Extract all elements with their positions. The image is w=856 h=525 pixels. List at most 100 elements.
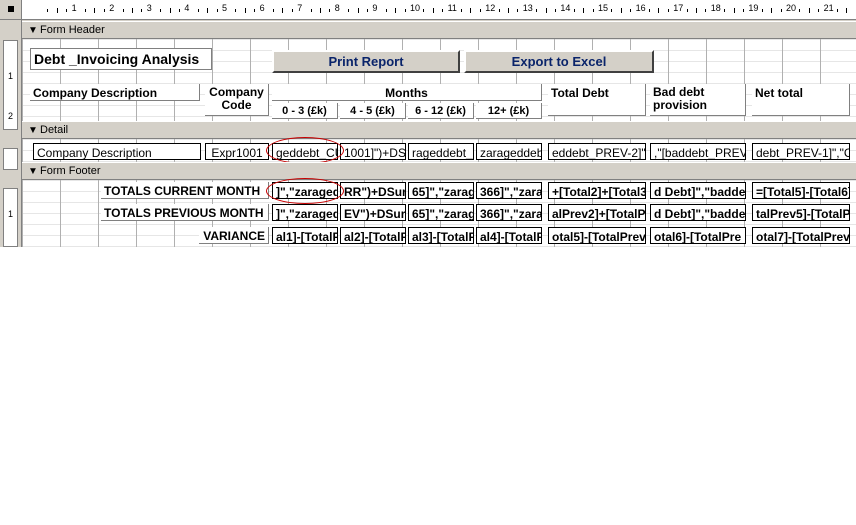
vruler-footer: 1 [3,188,18,247]
company-code-header[interactable]: Company Code [205,84,269,116]
ruler-number: 17 [673,3,684,13]
months-0-3-header[interactable]: 0 - 3 (£k) [272,103,338,119]
previous-bad-debt-field[interactable]: d Debt]","badde [650,204,746,221]
ruler-tick [705,9,707,12]
ruler-tick [555,9,556,12]
section-label: Form Header [40,24,105,36]
ruler-number: 3 [146,3,152,13]
vruler-label: 1 [8,209,14,219]
ruler-number: 19 [748,3,759,13]
ruler-number: 11 [447,3,457,13]
current-months-12-plus-field[interactable]: 366]","zara [476,182,542,199]
ruler-tick [667,9,669,12]
ruler-tick [808,8,810,13]
ruler-tick [592,9,594,12]
ruler-tick [47,9,49,12]
ruler-tick [348,9,350,12]
ruler-tick [367,9,368,12]
company-description-header[interactable]: Company Description [30,84,200,101]
total-debt-field[interactable]: eddebt_PREV-2]","C [548,143,646,160]
totals-current-month-label[interactable]: TOTALS CURRENT MONTH [101,182,269,199]
bad-debt-provision-header[interactable]: Bad debt provision [650,84,746,116]
current-bad-debt-field[interactable]: d Debt]","badde [650,182,746,199]
vertical-ruler[interactable]: 1 2 1 [0,20,22,247]
ruler-number: 1 [71,3,77,13]
ruler-tick [479,9,481,12]
ruler-number: 16 [635,3,646,13]
ruler-tick [432,8,434,13]
previous-months-4-5-field[interactable]: EV")+DSur [340,204,406,221]
months-4-5-header[interactable]: 4 - 5 (£k) [340,103,406,119]
ruler-tick [254,9,256,12]
total-debt-header[interactable]: Total Debt [548,84,646,116]
section-bar-form-header[interactable]: ▼ Form Header [22,21,856,39]
ruler-number: 13 [522,3,533,13]
print-report-button[interactable]: Print Report [272,50,460,73]
section-arrow-icon: ▼ [28,166,38,177]
net-total-field[interactable]: debt_PREV-1]","CoC [752,143,850,160]
ruler-tick [207,8,209,13]
company-description-field[interactable]: Company Description [33,143,201,160]
ruler-tick [498,9,500,12]
section-bar-detail[interactable]: ▼ Detail [22,121,856,139]
net-total-header[interactable]: Net total [752,84,850,116]
ruler-tick [160,9,162,12]
variance-months-4-5-field[interactable]: al2]-[TotalF [340,227,406,244]
ruler-tick [273,9,274,12]
ruler-tick [771,8,773,13]
months-4-5-field[interactable]: 1001]")+DSu [340,143,406,160]
export-to-excel-button[interactable]: Export to Excel [464,50,654,73]
vruler-header: 1 2 [3,40,18,130]
ruler-tick [122,9,124,12]
months-6-12-field[interactable]: rageddebt_C [408,143,474,160]
report-title[interactable]: Debt _Invoicing Analysis [30,48,212,70]
ruler-tick [573,9,575,12]
section-label: Detail [40,124,69,136]
previous-total-debt-field[interactable]: alPrev2]+[TotalP [548,204,646,221]
totals-previous-month-label[interactable]: TOTALS PREVIOUS MONTH [101,204,269,221]
previous-months-12-plus-field[interactable]: 366]","zara [476,204,542,221]
current-total-debt-field[interactable]: +[Total2]+[Total3 [548,182,646,199]
months-12-plus-header[interactable]: 12+ (£k) [476,103,542,119]
variance-months-12-plus-field[interactable]: al4]-[TotalF [476,227,542,244]
horizontal-ruler[interactable]: 1 2 3 4 5 6 7 8 9 10 11 12 13 14 15 16 17 18 19 20 21 [22,0,856,20]
variance-net-total-field[interactable]: otal7]-[TotalPrev [752,227,850,244]
previous-months-0-3-field[interactable]: ]","zaraged [272,204,338,221]
ruler-number: 18 [710,3,721,13]
variance-total-debt-field[interactable]: otal5]-[TotalPrev [548,227,646,244]
current-months-4-5-field[interactable]: RR")+DSur [340,182,406,199]
ruler-tick [630,9,632,12]
ruler-number: 14 [560,3,571,13]
previous-months-6-12-field[interactable]: 65]","zarag [408,204,474,221]
current-net-total-field[interactable]: =[Total5]-[Total6] [752,182,850,199]
variance-months-0-3-field[interactable]: al1]-[TotalF [272,227,338,244]
months-header[interactable]: Months [272,84,542,101]
ruler-number: 5 [222,3,228,13]
ruler-tick [743,9,744,12]
ruler-tick [385,9,387,12]
ruler-tick [620,8,622,13]
ruler-tick [846,8,848,13]
ruler-tick [837,9,838,12]
ruler-tick [291,9,293,12]
ruler-corner[interactable] [0,0,22,20]
previous-net-total-field[interactable]: talPrev5]-[TotalPr [752,204,850,221]
current-months-6-12-field[interactable]: 65]","zarag [408,182,474,199]
section-bar-form-footer[interactable]: ▼ Form Footer [22,162,856,180]
ruler-tick [724,9,726,12]
vruler-label: 1 [8,71,14,81]
ruler-tick [244,8,246,13]
section-label: Form Footer [40,165,101,177]
ruler-number: 10 [410,3,421,13]
ruler-tick [799,9,801,12]
bad-debt-field[interactable]: ,"[baddebt_PREV-1 [650,143,746,160]
variance-label[interactable]: VARIANCE [199,227,269,244]
company-code-field[interactable]: Expr1001 [205,143,269,160]
variance-bad-debt-field[interactable]: otal6]-[TotalPre [650,227,746,244]
months-12-plus-field[interactable]: zarageddebt_ [476,143,542,160]
ruler-tick [611,9,613,12]
ruler-tick [442,9,444,12]
variance-months-6-12-field[interactable]: al3]-[TotalF [408,227,474,244]
ruler-tick [85,9,86,12]
months-6-12-header[interactable]: 6 - 12 (£k) [408,103,474,119]
